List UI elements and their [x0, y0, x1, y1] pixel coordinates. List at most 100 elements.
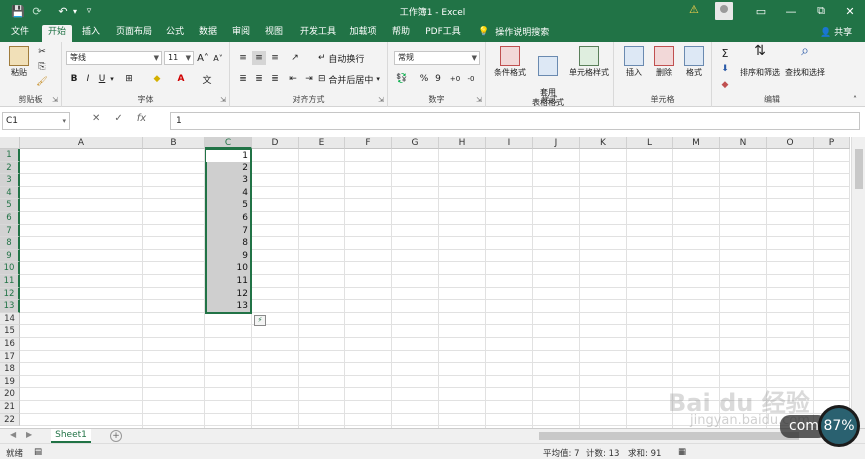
fill-color-icon[interactable]: ◆ — [150, 72, 164, 86]
scroll-thumb[interactable] — [539, 432, 799, 440]
cell-c8[interactable]: 8 — [205, 237, 250, 250]
cell-c10[interactable]: 10 — [205, 262, 250, 275]
increase-indent-icon[interactable]: ⇥ — [302, 72, 316, 86]
normal-view-icon[interactable]: ▦ — [678, 447, 686, 457]
copy-icon[interactable]: ⎘ — [36, 61, 48, 73]
orientation-icon[interactable]: ↗ — [286, 51, 304, 65]
name-box[interactable]: C1 ▾ — [2, 112, 70, 130]
cell-c1[interactable]: 1 — [206, 150, 250, 162]
tab-data[interactable]: 数据 — [195, 25, 221, 42]
cell-c6[interactable]: 6 — [205, 212, 250, 225]
wrap-text-button[interactable]: ↵ 自动换行 — [318, 51, 384, 65]
bold-button[interactable]: B — [68, 72, 80, 86]
align-right-icon[interactable]: ≣ — [268, 72, 282, 86]
row-header[interactable]: 11 — [0, 275, 20, 288]
select-all-corner[interactable] — [0, 137, 20, 149]
row-header[interactable]: 4 — [0, 186, 20, 200]
column-header-o[interactable]: O — [767, 137, 814, 149]
cell-c3[interactable]: 3 — [205, 174, 250, 187]
launcher-icon[interactable]: ⇲ — [476, 96, 482, 104]
cell-c11[interactable]: 11 — [205, 275, 250, 288]
align-middle-icon[interactable]: ≡ — [252, 51, 266, 65]
shrink-font-button[interactable]: A ˅ — [212, 51, 224, 65]
merge-center-button[interactable]: ⊟ 合并后居中 ▾ — [318, 72, 384, 86]
column-header-a[interactable]: A — [20, 137, 143, 149]
percent-button[interactable]: % — [418, 72, 430, 86]
row-header[interactable]: 15 — [0, 325, 20, 338]
row-header[interactable]: 22 — [0, 413, 20, 427]
formula-input[interactable]: 1 — [170, 112, 860, 130]
insert-function-icon[interactable]: fx — [137, 113, 146, 124]
column-header-h[interactable]: H — [439, 137, 486, 149]
row-header[interactable]: 18 — [0, 363, 20, 376]
row-header[interactable]: 19 — [0, 375, 20, 389]
column-header-c[interactable]: C — [205, 137, 252, 149]
tell-me-search[interactable]: 💡 操作说明搜索 — [478, 25, 549, 39]
comma-button[interactable]: 9 — [432, 72, 444, 86]
column-header-b[interactable]: B — [143, 137, 205, 149]
launcher-icon[interactable]: ⇲ — [52, 96, 58, 104]
row-header[interactable]: 14 — [0, 312, 20, 326]
tab-addins[interactable]: 加载项 — [346, 25, 380, 42]
macro-icon[interactable]: ▤ — [34, 447, 42, 457]
cell-styles-button[interactable]: 单元格样式 — [566, 46, 612, 78]
row-header[interactable]: 12 — [0, 287, 20, 301]
tab-view[interactable]: 视图 — [261, 25, 287, 42]
scroll-thumb[interactable] — [855, 149, 863, 189]
row-header[interactable]: 9 — [0, 249, 20, 263]
font-name-select[interactable]: 等线 ▼ — [66, 51, 162, 65]
format-as-table-button[interactable]: 套用 表格格式 — [526, 46, 570, 118]
decrease-indent-icon[interactable]: ⇤ — [286, 72, 300, 86]
row-header[interactable]: 20 — [0, 388, 20, 401]
column-header-g[interactable]: G — [392, 137, 439, 149]
sheet-tab-sheet1[interactable]: Sheet1 — [51, 429, 91, 443]
delete-cells-button[interactable]: 删除 — [650, 46, 678, 78]
column-header-i[interactable]: I — [486, 137, 533, 149]
row-header[interactable]: 1 — [0, 149, 20, 162]
align-center-icon[interactable]: ≣ — [252, 72, 266, 86]
tab-home[interactable]: 开始 — [42, 25, 72, 42]
column-header-p[interactable]: P — [814, 137, 850, 149]
restore-button[interactable]: ⧉ — [806, 0, 836, 22]
autosum-button[interactable]: Σ — [718, 46, 732, 60]
row-header[interactable]: 7 — [0, 224, 20, 238]
avatar[interactable] — [715, 2, 733, 20]
tab-pdf[interactable]: PDF工具 — [421, 25, 465, 42]
row-header[interactable]: 2 — [0, 161, 20, 175]
row-header[interactable]: 3 — [0, 174, 20, 187]
tab-insert[interactable]: 插入 — [78, 25, 104, 42]
find-select-button[interactable]: ⌕ 查找和选择 — [782, 44, 828, 78]
row-header[interactable]: 10 — [0, 262, 20, 275]
ribbon-display-button[interactable]: ▭ — [746, 0, 776, 22]
row-header[interactable]: 8 — [0, 237, 20, 250]
font-size-select[interactable]: 11 ▼ — [164, 51, 194, 65]
column-header-m[interactable]: M — [673, 137, 720, 149]
row-header[interactable]: 13 — [0, 300, 20, 313]
fill-icon[interactable]: ⬇ — [718, 62, 732, 76]
underline-button[interactable]: U — [96, 72, 108, 86]
cell-c5[interactable]: 5 — [205, 199, 250, 212]
share-button[interactable]: 👤 共享 — [820, 25, 852, 38]
tab-help[interactable]: 帮助 — [388, 25, 414, 42]
row-header[interactable]: 6 — [0, 212, 20, 225]
cancel-icon[interactable]: ✕ — [92, 113, 100, 124]
enter-icon[interactable]: ✓ — [114, 113, 122, 124]
tab-file[interactable]: 文件 — [6, 25, 34, 42]
paste-button[interactable]: 粘贴 — [6, 46, 32, 78]
tab-formulas[interactable]: 公式 — [162, 25, 188, 42]
vertical-scrollbar[interactable] — [851, 137, 865, 428]
cut-icon[interactable]: ✂ — [36, 46, 48, 58]
tab-developer[interactable]: 开发工具 — [296, 25, 340, 42]
launcher-icon[interactable]: ⇲ — [220, 96, 226, 104]
cell-c12[interactable]: 12 — [205, 288, 250, 301]
prev-sheet-icon[interactable]: ◀ — [10, 430, 16, 439]
font-color-icon[interactable]: A — [174, 72, 188, 86]
tab-review[interactable]: 审阅 — [228, 25, 254, 42]
cell-c13[interactable]: 13 — [205, 300, 250, 313]
align-bottom-icon[interactable]: ≡ — [268, 51, 282, 65]
border-icon[interactable]: ⊞ — [122, 72, 136, 86]
warning-icon[interactable]: ⚠ — [689, 3, 699, 16]
next-sheet-icon[interactable]: ▶ — [26, 430, 32, 439]
row-header[interactable]: 17 — [0, 350, 20, 364]
italic-button[interactable]: I — [82, 72, 94, 86]
